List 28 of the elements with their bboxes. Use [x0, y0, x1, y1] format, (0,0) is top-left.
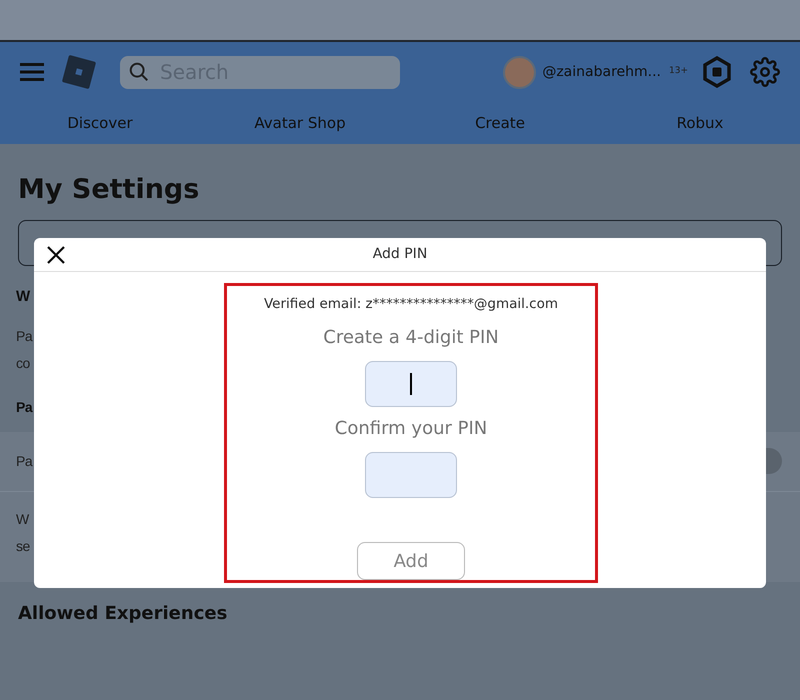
section-heading: W: [16, 287, 30, 307]
field-label: Confirm your PIN: [334, 417, 488, 442]
close-icon[interactable]: [46, 245, 66, 265]
settings-icon[interactable]: [750, 57, 780, 87]
nav-link[interactable]: Avatar Shop: [200, 112, 400, 134]
toggle-label: Pa: [16, 452, 32, 470]
hexagon-coin-icon[interactable]: [702, 56, 732, 88]
note-line: W: [16, 510, 29, 528]
search-icon: [128, 60, 150, 82]
menu-icon[interactable]: [20, 63, 44, 81]
pin-input-field[interactable]: [365, 361, 457, 408]
text-cursor-icon: [410, 373, 412, 396]
page-title: My Settings: [18, 173, 200, 207]
field-label: Create a 4-digit PIN: [323, 326, 499, 350]
add-button[interactable]: Add: [357, 542, 465, 580]
nav-link[interactable]: Create: [400, 112, 600, 134]
nav-link[interactable]: Robux: [600, 112, 800, 134]
pin-input-field[interactable]: [365, 452, 457, 498]
subheading: Pa: [16, 398, 32, 416]
email-text: Verified email: z***************@gmail.com: [264, 295, 558, 314]
dialog-title: Add PIN: [372, 245, 428, 264]
section-heading: Allowed Experiences: [17, 602, 228, 626]
paragraph-line: co: [16, 354, 30, 372]
note-line: se: [16, 536, 30, 556]
nav-link[interactable]: Discover: [0, 112, 200, 134]
paragraph-line: Pa: [16, 326, 32, 346]
age-label: 13+: [669, 65, 688, 78]
username[interactable]: @zainabarehm...: [542, 62, 661, 82]
